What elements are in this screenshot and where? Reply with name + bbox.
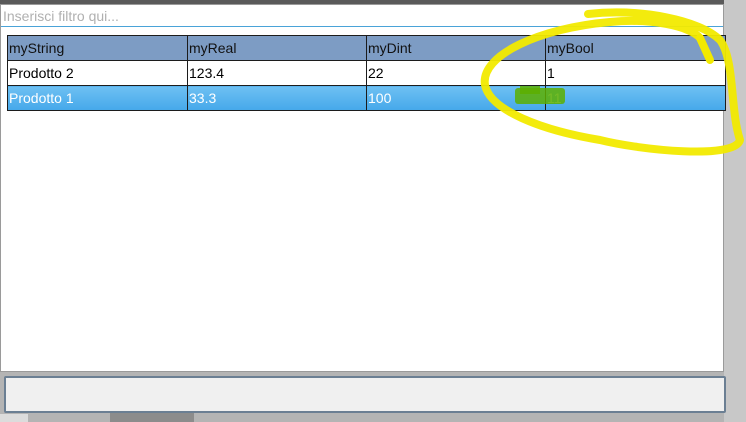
column-header-myreal[interactable]: myReal [187,35,367,61]
table-cell[interactable]: 123.4 [187,60,367,86]
filter-popup-window: myString myReal myDint myBool Prodotto 2… [0,4,726,372]
table-cell[interactable]: 100 [366,85,546,111]
background-fragment [0,414,28,422]
screen: myString myReal myDint myBool Prodotto 2… [0,0,746,422]
table-header-row: myString myReal myDint myBool [7,35,726,61]
data-table: myString myReal myDint myBool Prodotto 2… [7,35,726,111]
table-cell[interactable]: 22 [366,60,546,86]
table-cell[interactable]: 11 [545,85,726,111]
background-fragment [110,412,194,422]
table-cell[interactable]: Prodotto 1 [7,85,188,111]
table-cell[interactable]: 1 [545,60,726,86]
table-row[interactable]: Prodotto 2 123.4 22 1 [7,60,726,86]
table-row-selected[interactable]: Prodotto 1 33.3 100 11 [7,85,726,111]
background-right [724,0,746,422]
column-header-mystring[interactable]: myString [7,35,188,61]
table-cell[interactable]: Prodotto 2 [7,60,188,86]
column-header-mybool[interactable]: myBool [545,35,726,61]
table-cell[interactable]: 33.3 [187,85,367,111]
column-header-mydint[interactable]: myDint [366,35,546,61]
bottom-input-bar[interactable] [4,376,726,413]
filter-input[interactable] [1,5,723,27]
